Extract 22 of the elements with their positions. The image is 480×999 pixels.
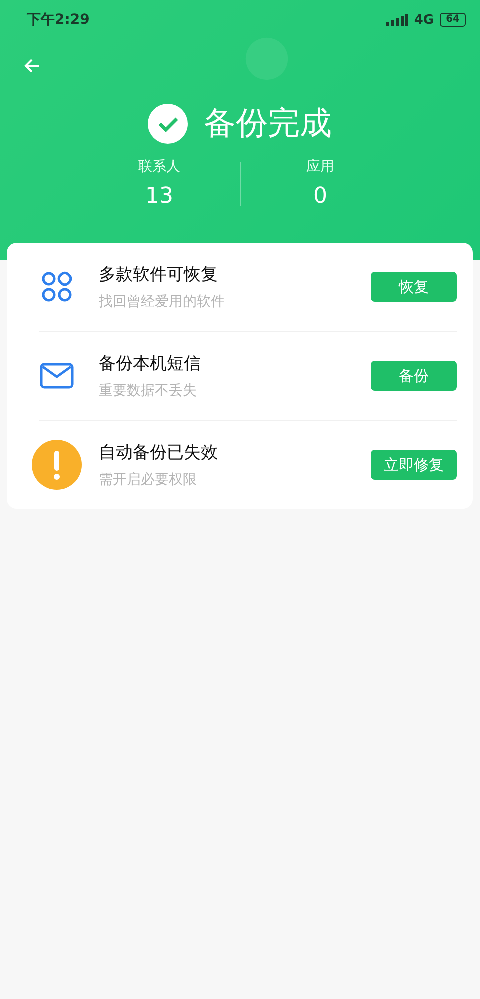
network-label: 4G xyxy=(414,12,434,28)
apps-grid-icon xyxy=(41,271,73,303)
warning-icon xyxy=(32,440,82,490)
item-title: 多款软件可恢复 xyxy=(99,264,219,286)
item-title: 备份本机短信 xyxy=(99,353,202,375)
stat-value: 0 xyxy=(314,184,328,209)
item-subtitle: 重要数据不丢失 xyxy=(99,382,198,400)
action-button[interactable]: 立即修复 xyxy=(371,450,457,480)
item-title: 自动备份已失效 xyxy=(99,442,219,464)
signal-icon xyxy=(386,14,408,26)
stat-label: 联系人 xyxy=(138,158,180,176)
item-subtitle: 找回曾经爱用的软件 xyxy=(99,293,226,311)
stat-value: 13 xyxy=(146,184,174,209)
item-subtitle: 需开启必要权限 xyxy=(99,471,198,489)
battery-indicator: 64 xyxy=(440,13,466,27)
action-button[interactable]: 备份 xyxy=(371,361,457,391)
envelope-icon xyxy=(40,363,74,389)
check-circle-icon xyxy=(148,104,188,144)
page-title: 备份完成 xyxy=(204,103,332,144)
status-time: 下午2:29 xyxy=(27,11,90,29)
stat-label: 应用 xyxy=(306,158,334,176)
action-button[interactable]: 恢复 xyxy=(371,272,457,302)
